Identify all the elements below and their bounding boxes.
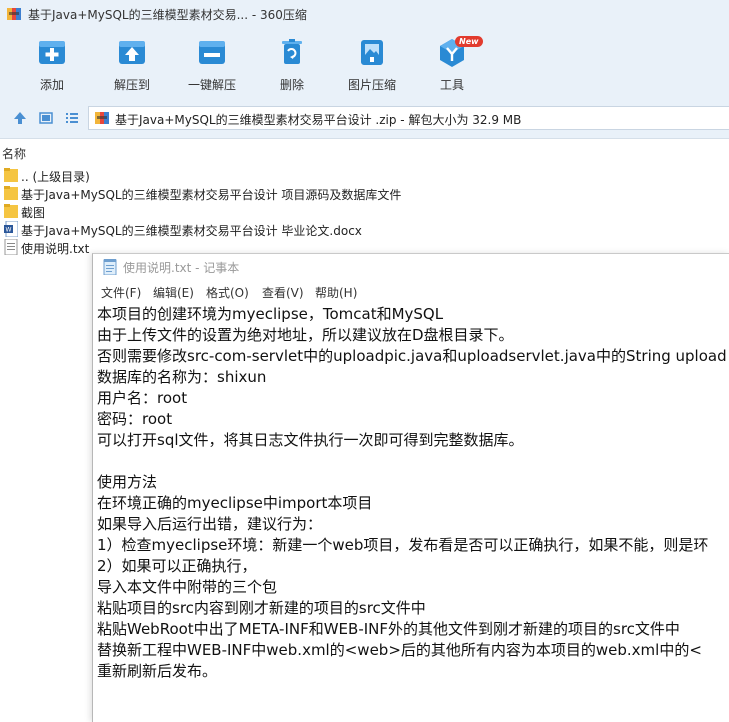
extract-to-label: 解压到 [113, 78, 150, 92]
delete-button[interactable]: 删除 [257, 36, 327, 93]
text-line: 否则需要修改src-com-servlet中的uploadpic.java和up… [97, 347, 727, 365]
archive-path: 基于Java+MySQL的三维模型素材交易平台设计 .zip - 解包大小为 3… [115, 113, 522, 127]
one-click-extract-label: 一键解压 [187, 78, 236, 92]
tools-button[interactable]: 工具 New [417, 36, 487, 93]
one-click-extract-button[interactable]: 一键解压 [177, 36, 247, 93]
text-line: 粘贴WebRoot中出了META-INF和WEB-INF外的其他文件到刚才新建的… [97, 620, 680, 638]
column-header-name[interactable]: 名称 [0, 145, 729, 161]
word-document-icon: W [4, 221, 18, 237]
address-bar: 基于Java+MySQL的三维模型素材交易平台设计 .zip - 解包大小为 3… [0, 100, 729, 139]
text-line: 2）如果可以正确执行， [97, 557, 257, 575]
notepad-text-area[interactable]: 本项目的创建环境为myeclipse，Tomcat和MySQL 由于上传文件的设… [97, 304, 729, 722]
notepad-icon [103, 259, 117, 275]
new-badge: New [455, 36, 483, 47]
text-line: 使用方法 [97, 473, 158, 491]
zip-app-icon [7, 8, 21, 20]
notepad-title-bar: 使用说明.txt - 记事本 [93, 254, 729, 280]
add-button[interactable]: 添加 [17, 36, 87, 93]
text-line: 粘贴项目的src内容到刚才新建的项目的src文件中 [97, 599, 426, 617]
text-line: 由于上传文件的设置为绝对地址，所以建议放在D盘根目录下。 [97, 326, 514, 344]
text-line: 替换新工程中WEB-INF中web.xml的<web>后的其他所有内容为本项目的… [97, 641, 702, 659]
text-line: 用户名：root [97, 389, 188, 407]
tools-label: 工具 [439, 78, 464, 92]
menu-view[interactable]: 查看(V) [262, 284, 304, 301]
add-icon [39, 41, 65, 64]
notepad-title: 使用说明.txt - 记事本 [123, 261, 240, 275]
image-compress-button[interactable]: 图片压缩 [337, 36, 407, 93]
text-line: 可以打开sql文件，将其日志文件执行一次即可得到完整数据库。 [97, 431, 524, 449]
file-name: 截图 [21, 206, 46, 220]
list-item-source-folder[interactable]: 基于Java+MySQL的三维模型素材交易平台设计 项目源码及数据库文件 [2, 184, 722, 202]
zip-file-icon [95, 112, 109, 124]
menu-format[interactable]: 格式(O) [206, 284, 249, 301]
title-bar: 基于Java+MySQL的三维模型素材交易... - 360压缩 [0, 0, 729, 28]
notepad-window: 使用说明.txt - 记事本 文件(F) 编辑(E) 格式(O) 查看(V) 帮… [92, 253, 729, 722]
menu-edit[interactable]: 编辑(E) [153, 284, 194, 301]
list-item-parent-dir[interactable]: .. (上级目录) [2, 166, 722, 184]
list-item-screenshots-folder[interactable]: 截图 [2, 202, 722, 220]
text-line: 本项目的创建环境为myeclipse，Tomcat和MySQL [97, 305, 444, 323]
add-label: 添加 [39, 78, 64, 92]
image-compress-label: 图片压缩 [347, 78, 396, 92]
extract-to-icon [119, 41, 145, 64]
text-line: 在环境正确的myeclipse中import本项目 [97, 494, 373, 512]
text-line: 导入本文件中附带的三个包 [97, 578, 278, 596]
text-file-icon [4, 239, 18, 255]
folder-icon [4, 204, 18, 218]
text-line: 1）检查myeclipse环境：新建一个web项目，发布看是否可以正确执行，如果… [97, 536, 709, 554]
file-name: 使用说明.txt [21, 242, 90, 256]
list-view-icon[interactable] [64, 110, 80, 126]
thumbnail-view-icon[interactable] [38, 110, 54, 126]
column-header-label: 名称 [2, 147, 27, 161]
file-name: .. (上级目录) [21, 170, 90, 184]
folder-icon [4, 168, 18, 182]
image-compress-icon [361, 40, 383, 65]
svg-text:W: W [6, 227, 12, 234]
window-title: 基于Java+MySQL的三维模型素材交易... - 360压缩 [28, 8, 307, 22]
menu-help[interactable]: 帮助(H) [315, 284, 357, 301]
delete-icon [282, 39, 302, 64]
extract-to-button[interactable]: 解压到 [97, 36, 167, 93]
toolbar: 添加 解压到 一键解压 删除 图片压缩 工具 New [0, 28, 729, 100]
up-arrow-icon[interactable] [12, 110, 28, 126]
folder-icon [4, 186, 18, 200]
text-line: 如果导入后运行出错，建议行为： [97, 515, 323, 533]
menu-file[interactable]: 文件(F) [101, 284, 141, 301]
file-name: 基于Java+MySQL的三维模型素材交易平台设计 毕业论文.docx [21, 224, 362, 238]
text-line: 数据库的名称为：shixun [97, 368, 267, 386]
delete-label: 删除 [279, 78, 304, 92]
list-item-docx[interactable]: W 基于Java+MySQL的三维模型素材交易平台设计 毕业论文.docx [2, 220, 722, 238]
one-click-extract-icon [199, 41, 225, 64]
text-line: 密码：root [97, 410, 173, 428]
notepad-menu-bar: 文件(F) 编辑(E) 格式(O) 查看(V) 帮助(H) [93, 282, 729, 302]
path-field[interactable]: 基于Java+MySQL的三维模型素材交易平台设计 .zip - 解包大小为 3… [88, 106, 729, 130]
text-line: 重新刷新后发布。 [97, 662, 218, 680]
file-name: 基于Java+MySQL的三维模型素材交易平台设计 项目源码及数据库文件 [21, 188, 402, 202]
